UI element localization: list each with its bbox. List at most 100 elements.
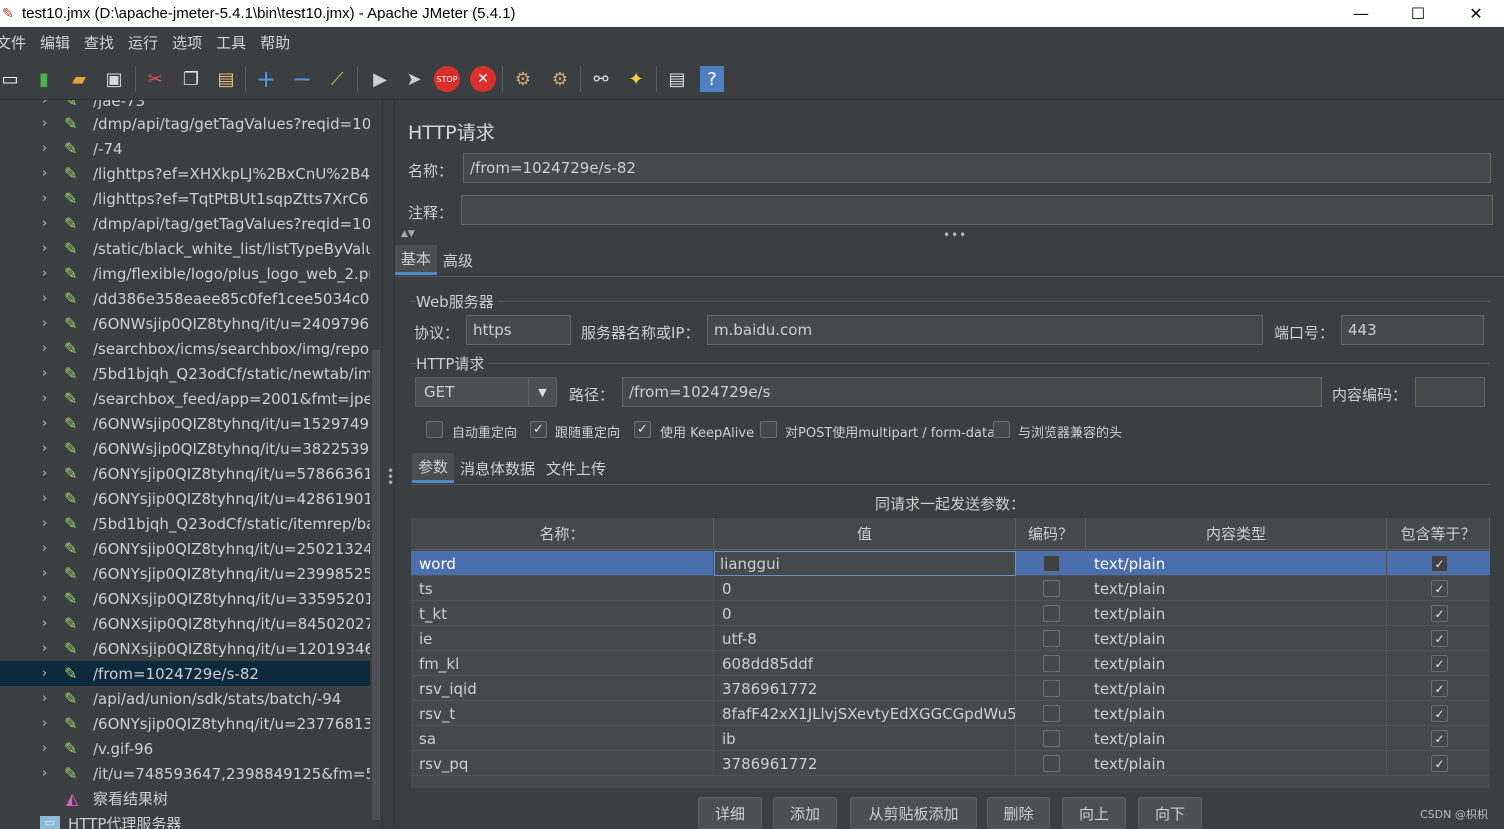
minimize-button[interactable]: — xyxy=(1332,0,1390,27)
horizontal-splitter[interactable]: ▲▼ ••• xyxy=(395,228,1504,243)
content-type-cell[interactable]: text/plain xyxy=(1086,551,1387,576)
collapse-icon[interactable]: − xyxy=(288,65,316,93)
table-row[interactable]: word lianggui text/plain ✓ xyxy=(411,551,1490,576)
help-icon[interactable]: ? xyxy=(700,66,724,92)
cut-icon[interactable]: ✂ xyxy=(141,65,169,93)
name-field[interactable]: /from=1024729e/s-82 xyxy=(463,153,1491,183)
chevron-right-icon[interactable]: › xyxy=(42,316,54,331)
chevron-right-icon[interactable]: › xyxy=(42,266,54,281)
param-value-cell[interactable]: 0 xyxy=(714,576,1016,601)
column-header-name[interactable]: 名称： xyxy=(411,518,714,550)
port-field[interactable]: 443 xyxy=(1341,315,1484,345)
content-type-cell[interactable]: text/plain xyxy=(1086,576,1387,601)
include-equals-checkbox[interactable]: ✓ xyxy=(1431,755,1448,772)
content-type-cell[interactable]: text/plain xyxy=(1086,651,1387,676)
tree-item[interactable]: › ✎ /static/black_white_list/listTypeByVal… xyxy=(0,236,370,261)
close-button[interactable]: ✕ xyxy=(1447,0,1504,27)
maximize-button[interactable]: ☐ xyxy=(1389,0,1447,27)
tree-item-proxy[interactable]: ▭ HTTP代理服务器 xyxy=(0,811,370,829)
menu-file[interactable]: 文件 xyxy=(0,32,26,53)
search-icon[interactable]: ⚯ xyxy=(587,65,615,93)
param-value-cell[interactable]: utf-8 xyxy=(714,626,1016,651)
tab-parameters[interactable]: 参数 xyxy=(412,453,455,483)
chevron-right-icon[interactable]: › xyxy=(42,341,54,356)
tree-item[interactable]: › ✎ /6ONYsjip0QIZ8tyhnq/it/u=2502132459,15 xyxy=(0,536,370,561)
chevron-right-icon[interactable]: › xyxy=(42,241,54,256)
chevron-right-icon[interactable]: › xyxy=(42,591,54,606)
table-row[interactable]: fm_kl 608dd85ddf text/plain ✓ xyxy=(411,651,1490,676)
chevron-right-icon[interactable]: › xyxy=(42,716,54,731)
table-row[interactable]: rsv_pq 3786961772 text/plain ✓ xyxy=(411,751,1490,776)
chevron-right-icon[interactable]: › xyxy=(42,116,54,131)
splitter-grip-icon[interactable]: • • • xyxy=(387,465,394,489)
content-type-cell[interactable]: text/plain xyxy=(1086,676,1387,701)
splitter-arrows-icon[interactable]: ▲▼ xyxy=(401,229,415,239)
include-equals-checkbox[interactable]: ✓ xyxy=(1431,730,1448,747)
server-field[interactable]: m.baidu.com xyxy=(707,315,1263,345)
tree-scroll-thumb[interactable] xyxy=(372,350,380,820)
chevron-right-icon[interactable]: › xyxy=(42,516,54,531)
chevron-right-icon[interactable]: › xyxy=(42,766,54,781)
tree-item[interactable]: › ✎ /searchbox/icms/searchbox/img/report.p… xyxy=(0,336,370,361)
tree-item[interactable]: › ✎ /api/ad/union/sdk/stats/batch/-94 xyxy=(0,686,370,711)
tree-item[interactable]: › ✎ /it/u=748593647,2398849125&fm=58&ap xyxy=(0,761,370,786)
menu-search[interactable]: 查找 xyxy=(84,32,114,53)
table-row[interactable]: sa ib text/plain ✓ xyxy=(411,726,1490,751)
param-value-cell[interactable]: lianggui xyxy=(714,551,1016,576)
tree-item[interactable]: › ✎ /6ONWsjip0QIZ8tyhnq/it/u=3822539394,1 xyxy=(0,436,370,461)
tab-advanced[interactable]: 高级 xyxy=(437,245,479,275)
chevron-right-icon[interactable]: › xyxy=(42,216,54,231)
tree-item[interactable]: › ✎ /6ONWsjip0QIZ8tyhnq/it/u=1529749098,1 xyxy=(0,411,370,436)
copy-icon[interactable]: ❐ xyxy=(177,65,205,93)
tree-item[interactable]: › ✎ /6ONYsjip0QIZ8tyhnq/it/u=578663610,152 xyxy=(0,461,370,486)
encode-checkbox[interactable] xyxy=(1043,655,1060,672)
param-name-cell[interactable]: ie xyxy=(411,626,714,651)
tree-item[interactable]: › ✎ /6ONYsjip0QIZ8tyhnq/it/u=2399852503,15 xyxy=(0,561,370,586)
tree-item[interactable]: › ✎ /from=1024729e/s-82 xyxy=(0,661,370,686)
menu-run[interactable]: 运行 xyxy=(128,32,158,53)
include-equals-checkbox[interactable]: ✓ xyxy=(1431,580,1448,597)
table-row[interactable]: ts 0 text/plain ✓ xyxy=(411,576,1490,601)
param-name-cell[interactable]: rsv_iqid xyxy=(411,676,714,701)
encode-checkbox[interactable] xyxy=(1043,580,1060,597)
column-header-include-equals[interactable]: 包含等于？ xyxy=(1387,518,1490,550)
start-no-pause-icon[interactable]: ➤ xyxy=(400,65,428,93)
new-icon[interactable]: ▭ xyxy=(0,65,24,93)
content-type-cell[interactable]: text/plain xyxy=(1086,701,1387,726)
tree-item[interactable]: › ✎ /dmp/api/tag/getTagValues?reqid=1072e xyxy=(0,211,370,236)
chevron-right-icon[interactable]: › xyxy=(42,466,54,481)
encode-checkbox[interactable] xyxy=(1043,755,1060,772)
column-header-encode[interactable]: 编码？ xyxy=(1016,518,1086,550)
chevron-right-icon[interactable]: › xyxy=(42,391,54,406)
tree-item[interactable]: › ✎ /6ONYsjip0QIZ8tyhnq/it/u=2377681350,15 xyxy=(0,711,370,736)
tree-item[interactable]: › ✎ /5bd1bjqh_Q23odCf/static/newtab/img/fe xyxy=(0,361,370,386)
comment-field[interactable] xyxy=(461,195,1493,225)
menu-help[interactable]: 帮助 xyxy=(260,32,290,53)
param-name-cell[interactable]: ts xyxy=(411,576,714,601)
chevron-right-icon[interactable]: › xyxy=(42,441,54,456)
tree-item[interactable]: › ✎ /6ONWsjip0QIZ8tyhnq/it/u=2409796046,1 xyxy=(0,311,370,336)
content-type-cell[interactable]: text/plain xyxy=(1086,726,1387,751)
tree-item[interactable]: › ✎ /-74 xyxy=(0,136,370,161)
param-value-cell[interactable]: 8fafF42xX1JLlvjSXevtyEdXGGCGpdWu5gzl6... xyxy=(714,701,1016,726)
param-name-cell[interactable]: rsv_pq xyxy=(411,751,714,776)
stop-icon[interactable]: STOP xyxy=(434,66,460,92)
tree-item[interactable]: › ✎ /6ONXsjip0QIZ8tyhnq/it/u=3359520131,12 xyxy=(0,586,370,611)
menu-options[interactable]: 选项 xyxy=(172,32,202,53)
paste-icon[interactable]: ▤ xyxy=(212,65,240,93)
tree-item[interactable]: › ✎ /lighttps?ef=TqtPtBUt1sqpZtts7XrC6Hqir… xyxy=(0,186,370,211)
param-value-cell[interactable]: 3786961772 xyxy=(714,676,1016,701)
param-name-cell[interactable]: fm_kl xyxy=(411,651,714,676)
tab-basic[interactable]: 基本 xyxy=(395,245,438,275)
chevron-right-icon[interactable]: › xyxy=(42,291,54,306)
delete-button[interactable]: 删除 xyxy=(987,797,1050,829)
table-row[interactable]: ie utf-8 text/plain ✓ xyxy=(411,626,1490,651)
tab-body-data[interactable]: 消息体数据 xyxy=(454,453,541,483)
chevron-right-icon[interactable]: › xyxy=(42,366,54,381)
encode-checkbox[interactable] xyxy=(1043,555,1060,572)
detail-button[interactable]: 详细 xyxy=(698,797,762,829)
add-from-clipboard-button[interactable]: 从剪贴板添加 xyxy=(850,797,977,829)
include-equals-checkbox[interactable]: ✓ xyxy=(1431,680,1448,697)
chevron-right-icon[interactable]: › xyxy=(42,100,54,108)
include-equals-checkbox[interactable]: ✓ xyxy=(1431,555,1448,572)
